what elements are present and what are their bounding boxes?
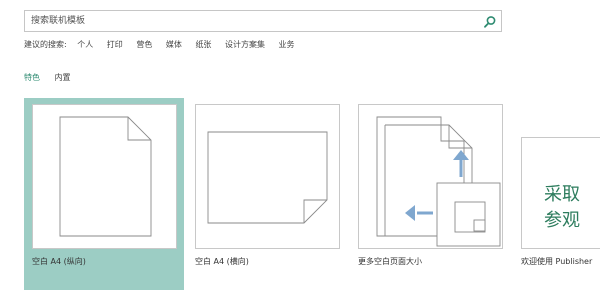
suggested-search-media[interactable]: 媒体 (166, 40, 182, 49)
portrait-page-icon (59, 116, 152, 237)
template-tile-blank-a4-landscape[interactable] (195, 104, 340, 249)
template-label: 欢迎使用 Publisher (521, 257, 593, 266)
template-thumbnail (32, 104, 177, 249)
template-tile-welcome-publisher[interactable]: 采取 参观 (521, 137, 600, 249)
publisher-thumbnail-line: 采取 (544, 184, 580, 205)
search-box (24, 10, 502, 32)
template-label: 空白 A4 (横向) (195, 257, 249, 266)
suggested-search-color[interactable]: 营色 (136, 40, 152, 49)
new-publication-page: 建议的搜索: 个人 打印 营色 媒体 纸张 设计方案集 业务 特色 内置 空白 … (0, 0, 600, 290)
landscape-page-icon (207, 131, 328, 224)
suggested-search-personal[interactable]: 个人 (77, 40, 93, 49)
template-label: 更多空白页面大小 (358, 257, 422, 266)
suggested-searches-label: 建议的搜索: (24, 40, 67, 49)
tab-featured[interactable]: 特色 (24, 72, 40, 83)
suggested-searches: 建议的搜索: 个人 打印 营色 媒体 纸张 设计方案集 业务 (24, 39, 306, 53)
template-tabs: 特色 内置 (24, 72, 83, 83)
more-page-sizes-icon (376, 116, 501, 247)
search-input[interactable] (25, 11, 471, 31)
suggested-search-print[interactable]: 打印 (107, 40, 123, 49)
template-tile-more-blank-sizes[interactable] (358, 104, 503, 249)
publisher-thumbnail-line: 参观 (544, 210, 580, 231)
tab-built-in[interactable]: 内置 (55, 72, 71, 83)
suggested-search-paper[interactable]: 纸张 (195, 40, 211, 49)
template-label: 空白 A4 (纵向) (32, 257, 86, 266)
suggested-search-design-set[interactable]: 设计方案集 (225, 40, 265, 49)
publisher-thumbnail-text: 采取 参观 (544, 182, 580, 234)
search-icon[interactable] (483, 14, 497, 28)
suggested-search-business[interactable]: 业务 (279, 40, 295, 49)
